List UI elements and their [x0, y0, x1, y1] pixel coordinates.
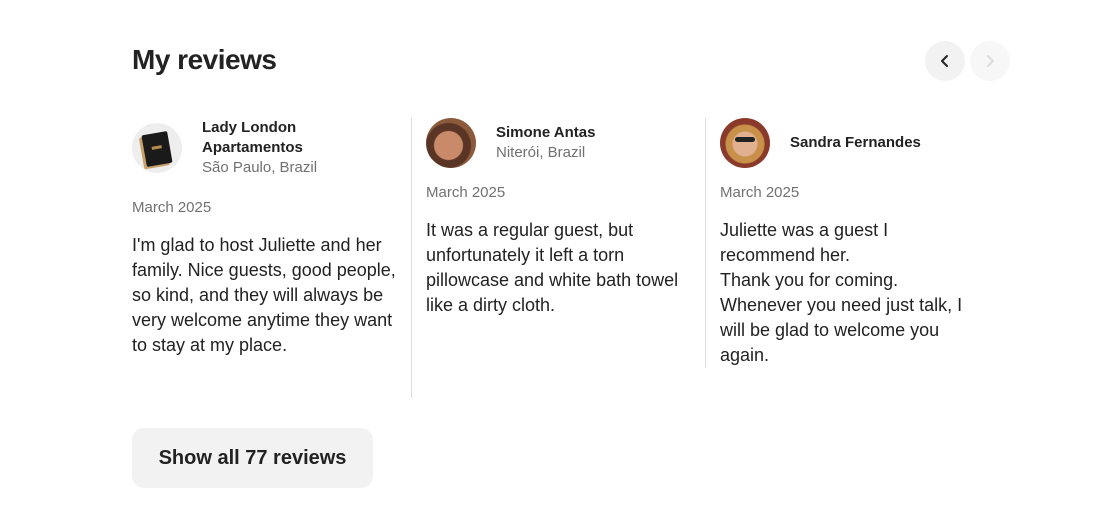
review-card: Simone Antas Niterói, Brazil March 2025 …	[411, 118, 691, 398]
review-date: March 2025	[132, 199, 212, 216]
section-title: My reviews	[132, 44, 277, 75]
review-card: Lady London Apartamentos São Paulo, Braz…	[132, 118, 397, 358]
reviewer: Sandra Fernandes	[720, 118, 985, 168]
reviewer-location: São Paulo, Brazil	[202, 159, 318, 176]
avatar[interactable]	[720, 118, 770, 168]
review-card: Sandra Fernandes March 2025 Juliette was…	[705, 118, 985, 368]
next-button[interactable]	[970, 41, 1010, 81]
previous-button[interactable]	[925, 41, 965, 81]
reviewer: Simone Antas Niterói, Brazil	[426, 118, 691, 168]
chevron-left-icon	[941, 55, 948, 67]
reviewer-name[interactable]: Simone Antas	[496, 123, 595, 143]
reviewer-info: Simone Antas Niterói, Brazil	[496, 123, 595, 163]
reviewer-location: Niterói, Brazil	[496, 144, 586, 161]
chevron-right-icon	[987, 55, 994, 67]
review-date: March 2025	[426, 184, 506, 201]
review-date: March 2025	[720, 184, 800, 201]
review-text: I'm glad to host Juliette and her family…	[132, 235, 396, 355]
reviewer-name[interactable]: Lady London Apartamentos	[202, 118, 322, 158]
avatar[interactable]	[426, 118, 476, 168]
review-text: It was a regular guest, but unfortunatel…	[426, 220, 679, 315]
host-logo-icon	[141, 130, 173, 168]
reviewer-info: Sandra Fernandes	[790, 133, 921, 153]
reviewer-info: Lady London Apartamentos São Paulo, Braz…	[202, 118, 322, 178]
show-all-reviews-button[interactable]: Show all 77 reviews	[132, 428, 373, 488]
review-text: Juliette was a guest I recommend her. Th…	[720, 220, 963, 365]
avatar[interactable]	[132, 123, 182, 173]
reviewer-name[interactable]: Sandra Fernandes	[790, 133, 921, 153]
reviewer: Lady London Apartamentos São Paulo, Braz…	[132, 118, 397, 178]
reviews-section: My reviews Lady London Apartamentos São …	[0, 0, 1101, 522]
sunglasses-icon	[735, 137, 755, 142]
